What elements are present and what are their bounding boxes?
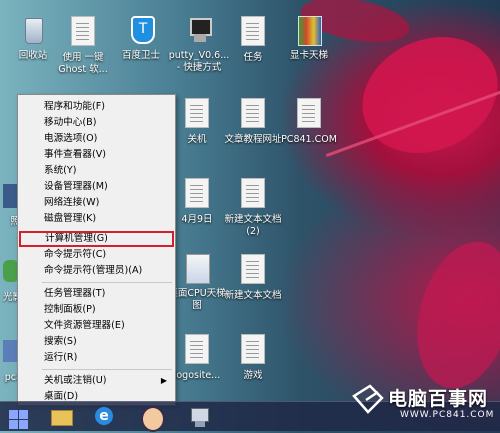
menu-item-command-prompt-admin[interactable]: 命令提示符(管理员)(A) — [18, 263, 175, 279]
desktop-icon-baidu-guard[interactable]: T 百度卫士 — [108, 14, 174, 62]
menu-item-control-panel[interactable]: 控制面板(P) — [18, 302, 175, 318]
menu-item-label: 关机或注销(U) — [44, 375, 107, 386]
chevron-right-icon: ▶ — [160, 376, 167, 385]
app-icon — [0, 180, 17, 214]
menu-item-search[interactable]: 搜索(S) — [18, 334, 175, 350]
document-icon — [68, 16, 98, 50]
menu-separator — [42, 282, 172, 283]
document-icon — [238, 254, 268, 288]
menu-item-disk-management[interactable]: 磁盘管理(K) — [18, 211, 175, 227]
watermark-logo: 电脑百事网 WWW.PC841.COM — [348, 378, 500, 430]
desktop-icon-ghost[interactable]: 使用 一键 Ghost 软... — [50, 14, 116, 76]
app-icon — [0, 336, 19, 370]
menu-item-device-manager[interactable]: 设备管理器(M) — [18, 179, 175, 195]
desktop-icon-gpu-ladder[interactable]: 显卡天梯 — [276, 14, 342, 62]
menu-item-event-viewer[interactable]: 事件查看器(V) — [18, 147, 175, 163]
menu-item-task-manager[interactable]: 任务管理器(T) — [18, 286, 175, 302]
image-file-icon — [182, 252, 212, 286]
document-icon — [238, 178, 268, 212]
file-explorer-icon[interactable] — [48, 404, 74, 430]
network-app-icon[interactable] — [186, 404, 212, 430]
recycle-bin-icon — [18, 14, 48, 48]
menu-item-power-options[interactable]: 电源选项(O) — [18, 131, 175, 147]
winx-context-menu: 程序和功能(F) 移动中心(B) 电源选项(O) 事件查看器(V) 系统(Y) … — [17, 94, 176, 406]
flower-petal — [402, 230, 500, 400]
image-file-icon — [294, 14, 324, 48]
app-avatar-icon[interactable] — [138, 404, 165, 432]
watermark-url: WWW.PC841.COM — [400, 410, 495, 420]
desktop-icon-game[interactable]: 游戏 — [220, 332, 286, 382]
document-icon — [182, 98, 212, 132]
menu-item-shutdown-signout[interactable]: 关机或注销(U) ▶ — [18, 373, 175, 389]
menu-item-command-prompt[interactable]: 命令提示符(C) — [18, 247, 175, 263]
desktop-icon-new-text-2[interactable]: 新建文本文档 (2) — [220, 176, 286, 238]
desktop-icon-new-text[interactable]: 新建文本文档 — [220, 252, 286, 302]
document-icon — [238, 16, 268, 50]
menu-item-file-explorer[interactable]: 文件资源管理器(E) — [18, 318, 175, 334]
watermark-brand: 电脑百事网 — [388, 388, 489, 410]
menu-item-computer-management[interactable]: 计算机管理(G) — [19, 231, 174, 247]
document-icon — [238, 98, 268, 132]
putty-icon — [184, 14, 214, 48]
start-button[interactable] — [4, 405, 30, 431]
menu-item-system[interactable]: 系统(Y) — [18, 163, 175, 179]
document-icon — [294, 98, 324, 132]
menu-item-mobility-center[interactable]: 移动中心(B) — [18, 115, 175, 131]
app-icon — [0, 256, 19, 290]
menu-item-run[interactable]: 运行(R) — [18, 350, 175, 366]
menu-item-programs-features[interactable]: 程序和功能(F) — [18, 99, 175, 115]
shield-icon: T — [126, 14, 156, 48]
desktop-icon-pc841[interactable]: PC841.COM — [276, 96, 342, 146]
internet-explorer-icon[interactable]: e — [92, 404, 118, 430]
document-icon — [182, 178, 212, 212]
document-icon — [238, 334, 268, 368]
menu-item-network-connections[interactable]: 网络连接(W) — [18, 195, 175, 211]
menu-separator — [42, 369, 172, 370]
document-icon — [182, 334, 212, 368]
